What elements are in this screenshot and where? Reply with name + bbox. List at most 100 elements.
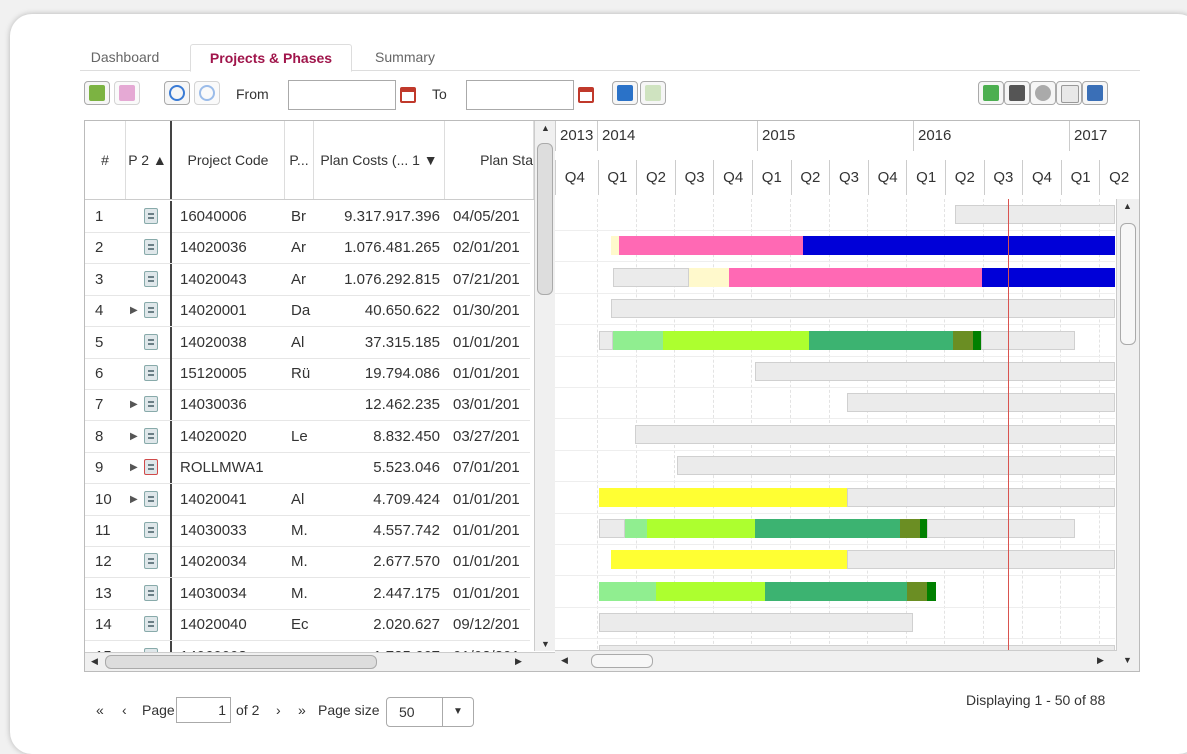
scroll-left-arrow[interactable]: ◀ [561,655,568,666]
table-row[interactable]: 7 ▶ 14030036 12.462.235 03/01/201 [85,389,530,422]
help-button[interactable] [1082,81,1108,105]
zoom-in-button[interactable] [164,81,190,105]
gantt-bar-segment[interactable] [907,581,927,601]
page-number-input[interactable]: 1 [176,697,231,723]
gantt-bar-segment[interactable] [663,330,809,350]
expand-arrow-icon[interactable]: ▶ [130,484,138,515]
table-row[interactable]: 4 ▶ 14020001 Da 40.650.622 01/30/201 [85,295,530,328]
settings-button[interactable] [1030,81,1056,105]
scroll-thumb[interactable] [537,143,553,295]
table-row[interactable]: 5 14020038 Al 37.315.185 01/01/201 [85,326,530,359]
scroll-right-arrow[interactable]: ▶ [1097,655,1104,666]
gantt-bar-segment[interactable] [765,581,907,601]
gantt-bar-segment[interactable] [755,362,1115,381]
page-size-select[interactable]: 50 ▼ [386,697,474,727]
table-row[interactable]: 3 14020043 Ar 1.076.292.815 07/21/201 [85,263,530,296]
col-plan-costs-header[interactable]: Plan Costs (... 1 ▼ [314,121,445,199]
gantt-bar-segment[interactable] [599,330,613,350]
from-date-input[interactable] [288,80,396,110]
gantt-bar-segment[interactable] [981,330,1075,350]
list-view-button[interactable] [640,81,666,105]
gantt-bar-segment[interactable] [677,456,1115,476]
next-page-button[interactable]: › [276,702,281,718]
gantt-bar-segment[interactable] [927,581,936,601]
add-project-button[interactable] [84,81,110,105]
table-row[interactable]: 2 14020036 Ar 1.076.481.265 02/01/201 [85,232,530,265]
table-row[interactable]: 13 14030034 M. 2.447.175 01/01/201 [85,577,530,610]
scroll-thumb[interactable] [591,654,653,668]
export-button[interactable] [978,81,1004,105]
gantt-bar-segment[interactable] [625,519,647,538]
table-row[interactable]: 10 ▶ 14020041 Al 4.709.424 01/01/201 [85,483,530,516]
calendar-icon[interactable] [578,87,594,103]
gantt-bar-segment[interactable] [920,519,927,538]
gantt-bar-segment[interactable] [803,236,1115,256]
expand-arrow-icon[interactable]: ▶ [130,452,138,483]
tab-summary[interactable]: Summary [360,44,450,70]
chevron-down-icon[interactable]: ▼ [442,698,473,726]
gantt-bar-segment[interactable] [973,330,981,350]
calendar-icon[interactable] [400,87,416,103]
col-p2-header[interactable]: P... [285,121,314,199]
scroll-up-arrow[interactable]: ▲ [1123,201,1132,211]
gantt-bar-segment[interactable] [809,330,953,350]
table-row[interactable]: 1 16040006 Br 9.317.917.396 04/05/201 [85,201,530,233]
table-row[interactable]: 11 14030033 M. 4.557.742 01/01/201 [85,515,530,547]
scroll-right-arrow[interactable]: ▶ [515,656,522,667]
table-row[interactable]: 14 14020040 Ec 2.020.627 09/12/201 [85,609,530,642]
gantt-bar-segment[interactable] [599,581,656,601]
refresh-button[interactable] [612,81,638,105]
gantt-bar-segment[interactable] [611,236,619,256]
gantt-bar-segment[interactable] [611,550,847,570]
gantt-bar-segment[interactable] [599,613,913,633]
to-date-input[interactable] [466,80,574,110]
gantt-bar-segment[interactable] [847,487,1115,507]
table-row[interactable]: 12 14020034 M. 2.677.570 01/01/201 [85,546,530,579]
last-page-button[interactable]: » [298,702,306,718]
gantt-bar-segment[interactable] [847,550,1115,570]
grid-horizontal-scrollbar[interactable]: ◀ ▶ [85,652,555,671]
tab-projects-phases[interactable]: Projects & Phases [190,44,352,72]
col-project-code-header[interactable]: Project Code [172,121,285,199]
gantt-bar-segment[interactable] [656,581,765,601]
scroll-down-arrow[interactable]: ▼ [541,639,550,649]
first-page-button[interactable]: « [96,702,104,718]
gantt-bar-segment[interactable] [900,519,920,538]
gantt-bar-segment[interactable] [755,519,900,538]
gantt-bar-segment[interactable] [599,487,847,507]
gantt-bar-segment[interactable] [619,236,803,256]
gantt-bar-segment[interactable] [611,299,1115,319]
col-plan-start-header[interactable]: Plan Sta [445,121,534,199]
prev-page-button[interactable]: ‹ [122,702,127,718]
gantt-bar-segment[interactable] [729,267,982,287]
gantt-bar-segment[interactable] [953,330,973,350]
print-button[interactable] [1004,81,1030,105]
col-number-header[interactable]: # [85,121,126,199]
col-p-header[interactable]: P 2 ▲ [125,121,172,199]
gantt-bar-segment[interactable] [647,519,755,538]
gantt-bar-segment[interactable] [955,205,1115,224]
gantt-horizontal-scrollbar[interactable]: ◀ ▶ [555,650,1117,671]
expand-arrow-icon[interactable]: ▶ [130,295,138,326]
tab-dashboard[interactable]: Dashboard [80,44,170,70]
gantt-bar-segment[interactable] [927,519,1075,538]
expand-arrow-icon[interactable]: ▶ [130,421,138,452]
scroll-up-arrow[interactable]: ▲ [541,123,550,133]
table-row[interactable]: 8 ▶ 14020020 Le 8.832.450 03/27/201 [85,420,530,453]
scroll-thumb[interactable] [1120,223,1136,345]
document-button[interactable] [1056,81,1082,105]
scroll-down-arrow[interactable]: ▼ [1123,655,1132,665]
expand-arrow-icon[interactable]: ▶ [130,389,138,420]
gantt-bar-segment[interactable] [599,519,625,538]
scroll-thumb[interactable] [105,655,377,669]
table-row[interactable]: 9 ▶ ROLLMWA1 5.523.046 07/01/201 [85,452,530,485]
gantt-bar-segment[interactable] [635,424,1115,444]
gantt-bar-segment[interactable] [689,267,729,287]
zoom-out-button[interactable] [194,81,220,105]
add-phase-button[interactable] [114,81,140,105]
table-row[interactable]: 6 15120005 Rü 19.794.086 01/01/201 [85,358,530,390]
grid-vertical-scrollbar[interactable]: ▲ ▼ [534,121,555,651]
gantt-bar-segment[interactable] [613,267,689,287]
gantt-bar-segment[interactable] [613,330,663,350]
gantt-bar-segment[interactable] [847,393,1115,413]
